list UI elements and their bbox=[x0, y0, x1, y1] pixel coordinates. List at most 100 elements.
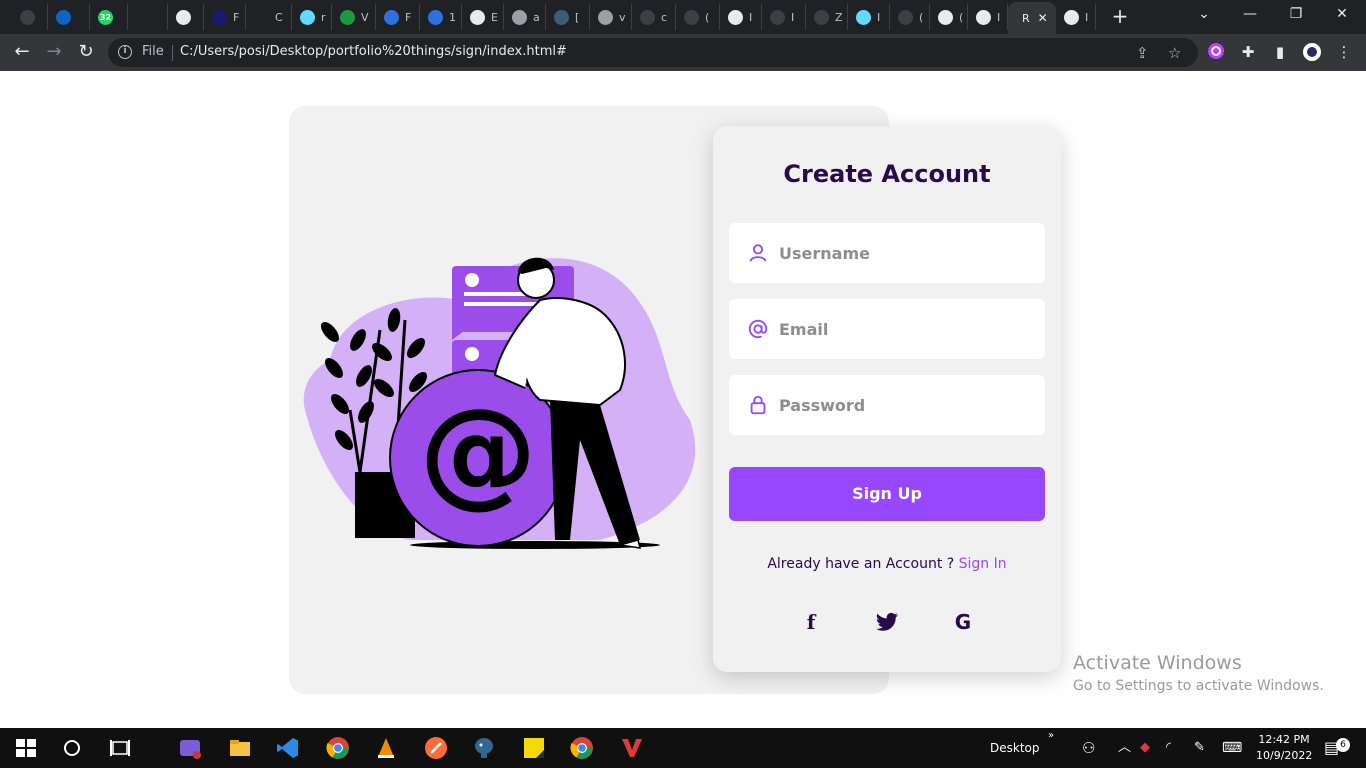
browser-menu-icon[interactable]: ⋮ bbox=[1334, 42, 1354, 62]
password-field[interactable] bbox=[729, 375, 1045, 435]
browser-tab[interactable]: F bbox=[376, 4, 420, 30]
tab-title: I bbox=[877, 10, 881, 24]
browser-tab[interactable]: F bbox=[204, 4, 246, 30]
google-icon[interactable]: G bbox=[949, 610, 977, 634]
email-illustration: @ bbox=[303, 257, 696, 549]
browser-tab[interactable] bbox=[168, 4, 204, 30]
security-tray-icon[interactable]: ◆ bbox=[1140, 728, 1150, 768]
browser-tab[interactable]: [ bbox=[546, 4, 590, 30]
signup-form-panel: Create Account Sign Up Already have an A… bbox=[713, 126, 1061, 672]
postgresql-icon[interactable] bbox=[472, 736, 496, 760]
teams-icon[interactable] bbox=[178, 736, 202, 760]
browser-tab[interactable]: 1 bbox=[420, 4, 462, 30]
site-info-icon[interactable]: i bbox=[118, 45, 132, 59]
reload-icon[interactable]: ↻ bbox=[74, 41, 98, 65]
tab-title: ( bbox=[705, 10, 710, 24]
omnibox-divider bbox=[172, 45, 173, 61]
browser-tab[interactable]: ( bbox=[930, 4, 968, 30]
bookmark-star-icon[interactable]: ☆ bbox=[1168, 44, 1181, 62]
url-text[interactable]: C:/Users/posi/Desktop/portfolio%20things… bbox=[180, 44, 567, 59]
a-logo-icon bbox=[136, 9, 151, 25]
browser-tab[interactable]: v bbox=[590, 4, 632, 30]
watermark-subtitle: Go to Settings to activate Windows. bbox=[1073, 678, 1324, 694]
tab-title: I bbox=[749, 10, 753, 24]
username-input[interactable] bbox=[779, 223, 1029, 283]
browser-tab[interactable]: ( bbox=[890, 4, 930, 30]
react-icon bbox=[856, 9, 871, 25]
a-logo-icon bbox=[212, 9, 227, 25]
wifi-icon[interactable]: ◜ bbox=[1166, 728, 1171, 768]
extension-icon[interactable] bbox=[1206, 42, 1226, 62]
browser-tab[interactable]: I bbox=[848, 4, 890, 30]
tab-search-icon[interactable]: ⌄ bbox=[1184, 6, 1224, 22]
extensions-puzzle-icon[interactable]: ✚ bbox=[1238, 42, 1258, 62]
tab-title: r bbox=[321, 10, 326, 24]
browser-tab[interactable]: a bbox=[504, 4, 546, 30]
browser-tab[interactable]: I bbox=[1056, 4, 1096, 30]
globe-icon bbox=[938, 9, 953, 25]
browser-tab[interactable]: 32 bbox=[90, 4, 128, 30]
bookmark-icon bbox=[384, 9, 399, 25]
twitter-icon[interactable] bbox=[873, 610, 901, 634]
browser-tab[interactable]: V bbox=[332, 4, 376, 30]
clock-time: 12:42 PM bbox=[1258, 733, 1310, 746]
system-clock[interactable]: 12:42 PM 10/9/2022 bbox=[1256, 732, 1312, 764]
keyboard-icon[interactable]: ⌨ bbox=[1222, 728, 1242, 768]
people-icon[interactable]: ⚇ bbox=[1082, 728, 1095, 768]
postman-icon[interactable] bbox=[424, 736, 448, 760]
share-icon[interactable]: ⇪ bbox=[1136, 44, 1149, 62]
browser-tab[interactable] bbox=[48, 4, 90, 30]
vscode-icon[interactable] bbox=[276, 736, 300, 760]
url-scheme-label: File bbox=[142, 44, 164, 59]
username-field[interactable] bbox=[729, 223, 1045, 283]
vlc-icon[interactable] bbox=[374, 736, 398, 760]
tab-title: 1 bbox=[449, 10, 456, 24]
address-bar[interactable]: i File C:/Users/posi/Desktop/portfolio%2… bbox=[108, 38, 1198, 67]
github-icon bbox=[640, 9, 655, 25]
restore-icon[interactable]: ❐ bbox=[1276, 6, 1316, 22]
facebook-icon[interactable]: f bbox=[797, 610, 825, 634]
windows-start-icon[interactable] bbox=[14, 736, 38, 760]
browser-tab[interactable]: ( bbox=[676, 4, 720, 30]
sign-in-link[interactable]: Sign In bbox=[959, 556, 1007, 572]
back-icon[interactable]: ← bbox=[10, 41, 34, 65]
sign-up-button[interactable]: Sign Up bbox=[729, 467, 1045, 521]
browser-tab[interactable]: I bbox=[762, 4, 806, 30]
toolbar-expand-icon[interactable]: » bbox=[1048, 716, 1054, 756]
browser-tab[interactable]: r bbox=[292, 4, 332, 30]
browser-tab[interactable]: R ✕ bbox=[1008, 2, 1056, 34]
notification-count-badge: 6 bbox=[1336, 738, 1350, 752]
vivaldi-icon[interactable] bbox=[620, 736, 644, 760]
chrome-running-icon[interactable] bbox=[570, 736, 594, 760]
sticky-notes-icon[interactable] bbox=[522, 736, 546, 760]
browser-tab[interactable]: Z bbox=[806, 4, 848, 30]
browser-tab[interactable] bbox=[128, 4, 168, 30]
browser-tab[interactable]: c bbox=[632, 4, 676, 30]
side-panel-icon[interactable]: ▮ bbox=[1270, 42, 1290, 62]
browser-tab[interactable]: C bbox=[246, 4, 292, 30]
clock-date: 10/9/2022 bbox=[1256, 749, 1313, 762]
close-window-icon[interactable]: ✕ bbox=[1322, 6, 1362, 22]
browser-tab[interactable]: I bbox=[720, 4, 762, 30]
tab-title: I bbox=[997, 10, 1001, 24]
browser-tab[interactable]: I bbox=[968, 4, 1008, 30]
show-hidden-icons[interactable]: ︿ bbox=[1118, 728, 1131, 768]
browser-tab[interactable] bbox=[12, 4, 48, 30]
close-tab-icon[interactable]: ✕ bbox=[1038, 11, 1048, 25]
pen-icon[interactable]: ✎ bbox=[1194, 728, 1205, 768]
email-input[interactable] bbox=[779, 299, 1029, 359]
task-view-icon[interactable] bbox=[108, 736, 132, 760]
file-explorer-icon[interactable] bbox=[228, 736, 252, 760]
whatsapp-icon: 32 bbox=[98, 9, 113, 25]
password-input[interactable] bbox=[779, 375, 1029, 435]
minimize-icon[interactable]: — bbox=[1230, 6, 1270, 22]
browser-tab[interactable]: E bbox=[462, 4, 504, 30]
search-icon[interactable] bbox=[60, 736, 84, 760]
chrome-icon[interactable] bbox=[326, 736, 350, 760]
desktop-toolbar-label[interactable]: Desktop bbox=[990, 728, 1040, 768]
windows-taskbar: Desktop » ⚇ ︿ ◆ ◜ ✎ ⌨ 12:42 PM 10/9/2022… bbox=[0, 728, 1366, 768]
forward-icon[interactable]: → bbox=[42, 41, 66, 65]
profile-avatar-icon[interactable] bbox=[1302, 42, 1322, 62]
email-field[interactable] bbox=[729, 299, 1045, 359]
new-tab-button[interactable]: + bbox=[1110, 6, 1130, 26]
